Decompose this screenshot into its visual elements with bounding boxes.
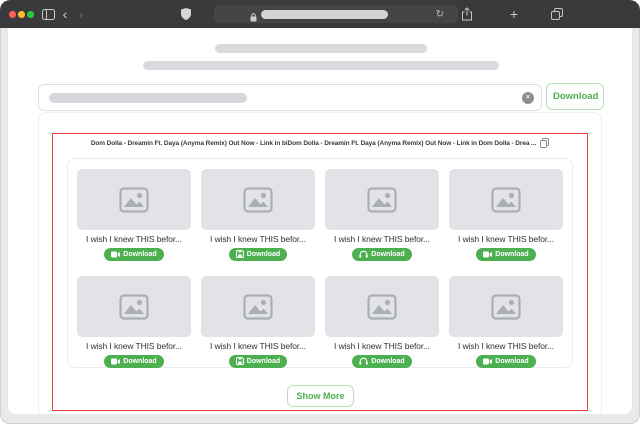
reload-icon[interactable]: ↻ <box>436 5 444 23</box>
card-download-label: Download <box>371 251 404 258</box>
privacy-shield-icon[interactable] <box>180 0 192 28</box>
lock-icon <box>250 9 257 27</box>
url-search-input[interactable]: ✕ <box>38 84 542 111</box>
new-tab-icon[interactable]: + <box>507 0 521 28</box>
video-card: I wish I knew THIS befor... Download <box>77 276 191 370</box>
image-placeholder-icon <box>367 294 397 320</box>
video-thumbnail-placeholder <box>325 169 439 230</box>
card-download-button[interactable]: Download <box>352 355 411 368</box>
browser-titlebar: ‹ › ↻ + <box>0 0 640 28</box>
address-bar[interactable]: ↻ <box>214 5 458 23</box>
video-thumbnail-placeholder <box>77 276 191 337</box>
video-camera-icon <box>111 358 120 365</box>
save-icon <box>236 250 244 258</box>
video-camera-icon <box>111 251 120 258</box>
card-download-button[interactable]: Download <box>104 355 163 368</box>
video-title: I wish I knew THIS befor... <box>449 234 563 245</box>
heading-skeleton-bar <box>215 44 427 53</box>
result-title-row: Dom Dolla - Dreamin Ft. Daya (Anyma Remi… <box>54 137 586 149</box>
card-download-button[interactable]: Download <box>476 355 535 368</box>
save-icon <box>236 357 244 365</box>
video-card: I wish I knew THIS befor... Download <box>77 169 191 263</box>
card-download-label: Download <box>495 358 528 365</box>
image-placeholder-icon <box>119 187 149 213</box>
input-text-redacted <box>49 93 247 103</box>
card-download-label: Download <box>371 358 404 365</box>
image-placeholder-icon <box>243 187 273 213</box>
card-download-button[interactable]: Download <box>229 355 287 368</box>
card-download-label: Download <box>247 358 280 365</box>
card-download-button[interactable]: Download <box>352 248 411 261</box>
result-title-text: Dom Dolla - Dreamin Ft. Daya (Anyma Remi… <box>91 140 536 147</box>
headphones-icon <box>359 250 368 258</box>
video-card-grid: I wish I knew THIS befor... Download I w… <box>67 158 573 368</box>
image-placeholder-icon <box>491 187 521 213</box>
video-title: I wish I knew THIS befor... <box>77 341 191 352</box>
subheading-skeleton-bar <box>143 61 499 70</box>
video-thumbnail-placeholder <box>201 169 315 230</box>
video-thumbnail-placeholder <box>77 169 191 230</box>
minimize-window-button[interactable] <box>18 11 25 18</box>
video-card: I wish I knew THIS befor... Download <box>325 276 439 370</box>
card-download-button[interactable]: Download <box>476 248 535 261</box>
video-camera-icon <box>483 251 492 258</box>
video-title: I wish I knew THIS befor... <box>325 234 439 245</box>
video-thumbnail-placeholder <box>325 276 439 337</box>
card-download-label: Download <box>247 251 280 258</box>
video-thumbnail-placeholder <box>449 169 563 230</box>
video-card: I wish I knew THIS befor... Download <box>325 169 439 263</box>
card-download-label: Download <box>495 251 528 258</box>
card-download-label: Download <box>123 251 156 258</box>
share-icon[interactable] <box>460 0 473 28</box>
back-button-icon[interactable]: ‹ <box>59 0 71 28</box>
video-camera-icon <box>483 358 492 365</box>
traffic-lights <box>9 11 34 18</box>
tab-overview-icon[interactable] <box>550 0 564 28</box>
download-submit-button[interactable]: Download <box>546 83 604 110</box>
clear-input-icon[interactable]: ✕ <box>522 92 534 104</box>
image-placeholder-icon <box>243 294 273 320</box>
browser-window: ‹ › ↻ + ✕ Download Dom Dolla - Dream <box>0 0 640 424</box>
image-placeholder-icon <box>367 187 397 213</box>
image-placeholder-icon <box>491 294 521 320</box>
card-download-label: Download <box>123 358 156 365</box>
sidebar-toggle-icon[interactable] <box>41 0 55 28</box>
video-card: I wish I knew THIS befor... Download <box>449 276 563 370</box>
video-title: I wish I knew THIS befor... <box>201 341 315 352</box>
image-placeholder-icon <box>119 294 149 320</box>
video-thumbnail-placeholder <box>201 276 315 337</box>
video-card: I wish I knew THIS befor... Download <box>449 169 563 263</box>
url-text-redacted <box>261 10 388 19</box>
video-title: I wish I knew THIS befor... <box>201 234 315 245</box>
video-title: I wish I knew THIS befor... <box>77 234 191 245</box>
video-thumbnail-placeholder <box>449 276 563 337</box>
video-title: I wish I knew THIS befor... <box>325 341 439 352</box>
video-card: I wish I knew THIS befor... Download <box>201 169 315 263</box>
headphones-icon <box>359 357 368 365</box>
copy-icon[interactable] <box>540 138 549 148</box>
video-card: I wish I knew THIS befor... Download <box>201 276 315 370</box>
card-download-button[interactable]: Download <box>104 248 163 261</box>
video-title: I wish I knew THIS befor... <box>449 341 563 352</box>
forward-button-icon[interactable]: › <box>75 0 87 28</box>
show-more-button[interactable]: Show More <box>287 385 354 407</box>
close-window-button[interactable] <box>9 11 16 18</box>
card-download-button[interactable]: Download <box>229 248 287 261</box>
zoom-window-button[interactable] <box>27 11 34 18</box>
